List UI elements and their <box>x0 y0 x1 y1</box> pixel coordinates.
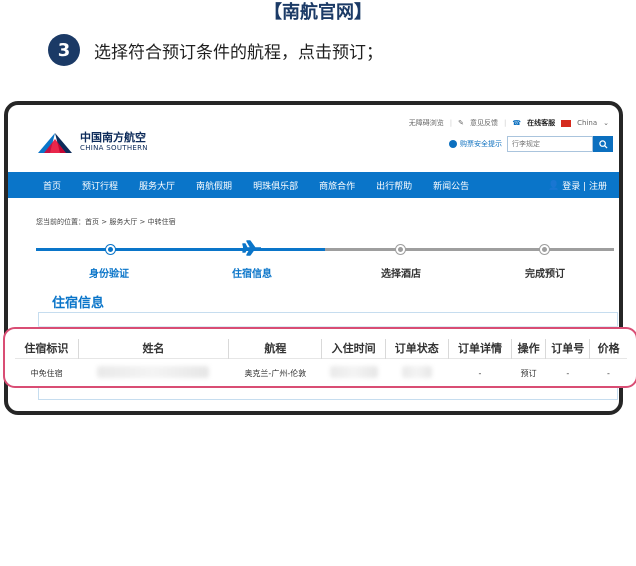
cell-checkin-redacted <box>322 358 385 384</box>
logo-chinese-name: 中国南方航空 <box>80 131 146 144</box>
nav-news[interactable]: 新闻公告 <box>433 179 469 192</box>
cell-order-detail: - <box>478 368 482 378</box>
ticket-safety-label: 购票安全提示 <box>460 140 502 148</box>
search-icon <box>598 139 608 149</box>
china-flag-icon <box>561 119 572 127</box>
nav-holidays[interactable]: 南航假期 <box>196 179 232 192</box>
user-icon: 👤 <box>548 180 560 191</box>
cell-route: 奥克兰-广州-伦敦 <box>244 368 307 378</box>
col-order-no: 订单号 <box>545 339 591 358</box>
airplane-icon <box>242 240 261 256</box>
col-route: 航程 <box>228 339 323 358</box>
col-order-detail: 订单详情 <box>448 339 513 358</box>
cell-price: - <box>606 368 610 378</box>
step-number-badge: 3 <box>48 34 80 66</box>
table-header-row: 住宿标识 姓名 航程 入住时间 订单状态 订单详情 操作 订单号 价格 <box>15 339 627 358</box>
section-title: 住宿信息 <box>52 296 105 311</box>
china-southern-logo[interactable]: 中国南方航空 CHINA SOUTHERN <box>36 131 148 155</box>
accommodation-table: 住宿标识 姓名 航程 入住时间 订单状态 订单详情 操作 订单号 价格 中免住宿… <box>15 339 627 384</box>
ticket-safety-link[interactable]: 购票安全提示 <box>449 139 502 149</box>
cell-status-redacted <box>385 358 448 384</box>
progress-step-complete: 完成预订 <box>525 269 565 280</box>
highlighted-result-table: 住宿标识 姓名 航程 入住时间 订单状态 订单详情 操作 订单号 价格 中免住宿… <box>3 327 636 388</box>
progress-step-hotel: 选择酒店 <box>381 269 421 280</box>
headset-icon: ☎ <box>512 119 522 127</box>
col-price: 价格 <box>597 342 620 356</box>
search-button[interactable] <box>593 136 613 152</box>
cell-order-no: - <box>566 368 570 378</box>
login-register-label: 登录 | 注册 <box>562 182 607 192</box>
logo-english-name: CHINA SOUTHERN <box>80 144 148 152</box>
progress-step-info: 住宿信息 <box>232 269 272 280</box>
chevron-down-icon: ⌄ <box>603 119 609 127</box>
breadcrumb: 您当前的位置：首页 > 服务大厅 > 中转住宿 <box>36 218 176 226</box>
progress-bar-remaining <box>325 248 614 251</box>
utility-links: 无障碍浏览 | ✎ 意见反馈 | ☎ 在线客服 China ⌄ <box>408 118 609 128</box>
nav-travel-help[interactable]: 出行帮助 <box>376 179 412 192</box>
instruction-step: 3 选择符合预订条件的航程，点击预订； <box>48 34 383 66</box>
progress-node-verify <box>106 245 115 254</box>
main-navigation: 首页 预订行程 服务大厅 南航假期 明珠俱乐部 商旅合作 出行帮助 新闻公告 👤… <box>8 172 619 198</box>
feedback-link[interactable]: 意见反馈 <box>470 118 498 128</box>
search-input[interactable] <box>507 136 593 152</box>
col-name: 姓名 <box>78 339 230 358</box>
progress-node-hotel <box>396 245 405 254</box>
info-icon <box>449 140 457 148</box>
col-checkin: 入住时间 <box>321 339 386 358</box>
accessibility-link[interactable]: 无障碍浏览 <box>409 118 444 128</box>
nav-business[interactable]: 商旅合作 <box>319 179 355 192</box>
col-order-status: 订单状态 <box>385 339 449 358</box>
nav-pearl-club[interactable]: 明珠俱乐部 <box>253 179 298 192</box>
progress-step-verify: 身份验证 <box>89 269 129 280</box>
book-button[interactable]: 预订 <box>512 358 546 384</box>
progress-bar-done <box>36 248 325 251</box>
col-stay-type: 住宿标识 <box>15 339 79 358</box>
panel-header-strip <box>38 317 618 327</box>
online-service-link[interactable]: 在线客服 <box>527 118 555 128</box>
cell-stay-type: 中免住宿 <box>30 368 63 378</box>
nav-booking[interactable]: 预订行程 <box>82 179 118 192</box>
step-instruction-text: 选择符合预订条件的航程，点击预订； <box>94 42 383 63</box>
nav-home[interactable]: 首页 <box>43 179 61 192</box>
booking-progress: 身份验证 住宿信息 选择酒店 完成预订 <box>36 240 614 282</box>
login-register-link[interactable]: 👤 登录 | 注册 <box>548 179 607 193</box>
kapok-flower-icon <box>38 133 72 153</box>
site-search <box>507 136 613 152</box>
nav-service-hall[interactable]: 服务大厅 <box>139 179 175 192</box>
col-action: 操作 <box>511 339 547 358</box>
cell-name-redacted <box>78 358 228 384</box>
progress-node-complete <box>540 245 549 254</box>
edit-icon: ✎ <box>458 119 465 127</box>
page-heading: 【南航官网】 <box>264 2 372 23</box>
region-selector[interactable]: China <box>577 119 597 127</box>
table-row: 中免住宿 奥克兰-广州-伦敦 - 预订 - - <box>15 358 627 384</box>
